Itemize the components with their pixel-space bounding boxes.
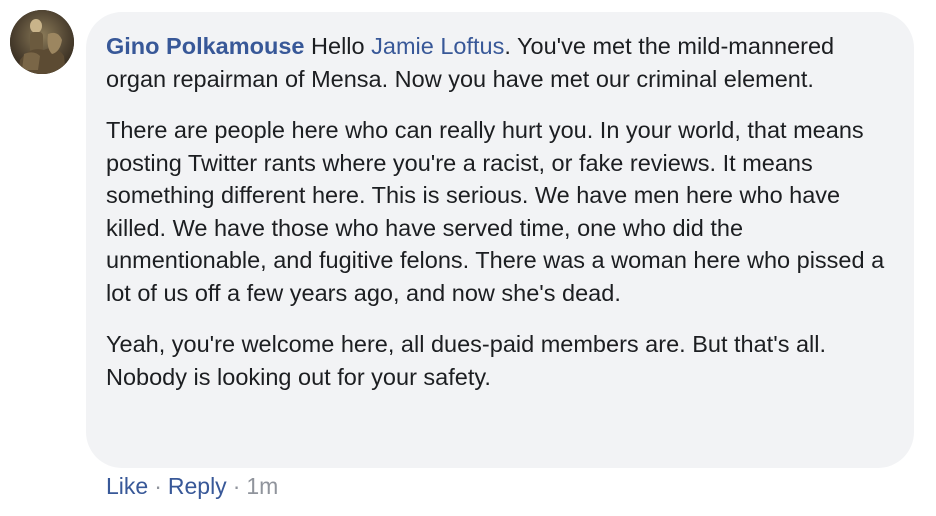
- like-button[interactable]: Like: [106, 473, 148, 499]
- comment-timestamp[interactable]: 1m: [246, 473, 278, 499]
- comment-paragraph-1: Gino Polkamouse Hello Jamie Loftus. You'…: [106, 30, 890, 95]
- separator-dot: ·: [154, 473, 162, 499]
- user-avatar-photo-icon: [10, 10, 74, 74]
- comment-paragraph-3: Yeah, you're welcome here, all dues-paid…: [106, 331, 827, 390]
- comment-actions: Like · Reply · 1m: [106, 471, 278, 501]
- comment-author-link[interactable]: Gino Polkamouse: [106, 33, 305, 59]
- avatar[interactable]: [10, 10, 74, 74]
- reply-button[interactable]: Reply: [168, 473, 227, 499]
- mention-link[interactable]: Jamie Loftus: [371, 33, 504, 59]
- separator-dot: ·: [232, 473, 241, 499]
- comment-bubble: Gino Polkamouse Hello Jamie Loftus. You'…: [86, 12, 914, 468]
- comment: Gino Polkamouse Hello Jamie Loftus. You'…: [0, 0, 936, 516]
- comment-paragraph-2: There are people here who can really hur…: [106, 117, 885, 306]
- comment-text-greeting: Hello: [304, 33, 372, 59]
